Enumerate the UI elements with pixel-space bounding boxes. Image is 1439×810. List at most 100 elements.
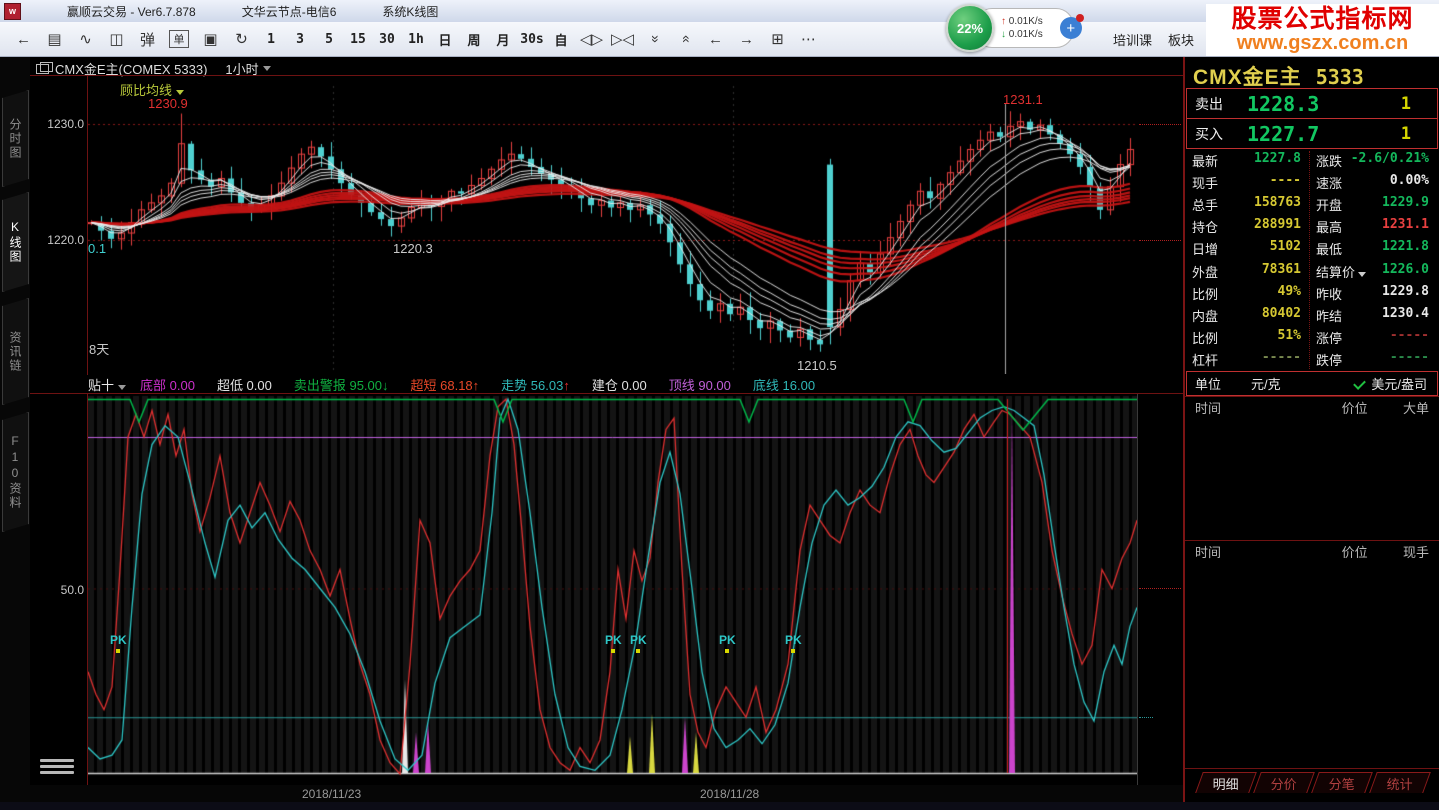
pk-signal-label-2: PK — [630, 633, 647, 647]
price-chart-canvas[interactable] — [88, 76, 1137, 374]
net-status-widget: 22% ↑ 0.01K/s ↓ 0.01K/s + — [946, 5, 1082, 51]
field-value: ----- — [1262, 350, 1309, 369]
sidebar-tab-2[interactable]: 资讯链 — [2, 298, 29, 405]
app-logo-icon: w — [4, 3, 21, 20]
add-plugin-button[interactable]: + — [1060, 17, 1082, 39]
swing-high-label: 1230.9 — [148, 96, 188, 111]
date-tick: 2018/11/28 — [700, 787, 759, 801]
floor-line-tick — [1139, 717, 1153, 718]
banner-url: www.gszx.com.cn — [1237, 33, 1409, 54]
quote-tab-0[interactable]: 明细 — [1195, 772, 1257, 793]
period-button-9[interactable]: 30s — [520, 27, 544, 51]
sidebar-tab-0[interactable]: 分时图 — [2, 90, 29, 187]
indicator-readout-7: 底线 16.00 — [753, 375, 815, 394]
pk-signal-label-0: PK — [110, 633, 127, 647]
quote-bottom-tabs: 明细分价分笔统计 — [1185, 768, 1439, 795]
field-value: 1230.4 — [1382, 306, 1437, 325]
order-board-icon[interactable]: 单 — [169, 30, 189, 48]
clipped-low-label: 0.1 — [88, 241, 106, 256]
chevron-down-icon[interactable] — [263, 66, 271, 71]
more-icon[interactable]: ⋯ — [795, 27, 822, 51]
usage-gauge[interactable]: 22% — [946, 4, 994, 52]
field-value: -2.6/0.21% — [1351, 151, 1437, 170]
prev-page-icon[interactable]: ← — [702, 27, 729, 51]
field-value: 5102 — [1270, 239, 1309, 258]
quote-panel: CMX金E主 5333 卖出 1228.3 1 买入 1227.7 1 最新12… — [1183, 57, 1439, 802]
field-label: 涨跌 — [1309, 151, 1342, 170]
bid-label: 买入 — [1187, 124, 1247, 144]
period-button-10[interactable]: 自 — [549, 27, 573, 51]
pk-signal-label-4: PK — [785, 633, 802, 647]
report-icon[interactable]: ▤ — [41, 27, 68, 51]
save-icon[interactable]: ▣ — [197, 27, 224, 51]
indicator-readout-0: 底部 0.00 — [140, 375, 195, 394]
compress-bars-icon[interactable]: ◁▷ — [578, 27, 605, 51]
quote-row-0: 最新1227.8 涨跌-2.6/0.21% — [1185, 149, 1439, 171]
tick-table-header: 时间 价位 现手 — [1185, 540, 1439, 562]
flash-order-icon[interactable]: 弹 — [134, 27, 161, 51]
field-value: 80402 — [1262, 306, 1309, 325]
bid-price: 1227.7 — [1247, 122, 1401, 146]
quote-tab-2[interactable]: 分笔 — [1311, 772, 1373, 793]
period-button-1[interactable]: 3 — [288, 27, 312, 51]
oscillator-panel — [30, 393, 1183, 785]
date-tick: 2018/11/23 — [302, 787, 361, 801]
period-button-6[interactable]: 日 — [433, 27, 457, 51]
quote-detail-grid: 最新1227.8 涨跌-2.6/0.21% 现手---- 速涨0.00% 总手1… — [1185, 149, 1439, 371]
chevron-down-icon[interactable] — [118, 385, 126, 390]
pk-signal-dot — [611, 649, 615, 653]
ask-qty: 1 — [1401, 94, 1437, 114]
quote-tab-1[interactable]: 分价 — [1253, 772, 1315, 793]
app-title: 赢顺云交易 - Ver6.7.878 — [67, 3, 196, 20]
down-arrow-icon: ↓ — [1001, 29, 1006, 40]
grid-layout-icon[interactable]: ⊞ — [764, 27, 791, 51]
net-up-row: ↑ 0.01K/s — [1001, 15, 1043, 28]
period-button-5[interactable]: 1h — [404, 27, 428, 51]
field-value: 1229.9 — [1382, 195, 1437, 214]
field-value: 1227.8 — [1254, 151, 1309, 170]
pk-signal-label-3: PK — [719, 633, 736, 647]
price-chart-panel — [30, 75, 1183, 375]
menu-sectors[interactable]: 板块 — [1168, 30, 1194, 49]
field-label: 总手 — [1185, 195, 1218, 214]
unit-alt-toggle[interactable]: 美元/盎司 — [1354, 374, 1437, 393]
candlestick-icon[interactable]: ◫ — [103, 27, 130, 51]
unit-value: 元/克 — [1251, 374, 1281, 393]
field-label: 外盘 — [1185, 262, 1218, 281]
bid-row[interactable]: 买入 1227.7 1 — [1187, 118, 1437, 148]
big-order-table-header: 时间 价位 大单 — [1185, 396, 1439, 418]
list-menu-icon[interactable] — [40, 756, 74, 778]
line-chart-icon[interactable]: ∿ — [72, 27, 99, 51]
sidebar-tab-3[interactable]: F10资料 — [2, 412, 29, 532]
period-button-8[interactable]: 月 — [491, 27, 515, 51]
settle-caret-icon[interactable] — [1358, 272, 1366, 277]
expand-bars-icon[interactable]: ▷◁ — [609, 27, 636, 51]
oscillator-canvas[interactable] — [88, 394, 1137, 785]
period-button-2[interactable]: 5 — [317, 27, 341, 51]
period-button-4[interactable]: 30 — [375, 27, 399, 51]
field-value: 158763 — [1254, 195, 1309, 214]
double-down-chevron-icon[interactable]: « — [642, 26, 666, 53]
menu-training[interactable]: 培训课 — [1113, 30, 1152, 49]
period-button-7[interactable]: 周 — [462, 27, 486, 51]
quote-row-6: 比例49% 昨收1229.8 — [1185, 282, 1439, 304]
period-button-3[interactable]: 15 — [346, 27, 370, 51]
quote-tab-3[interactable]: 统计 — [1369, 772, 1431, 793]
field-value: ---- — [1270, 173, 1309, 192]
period-button-0[interactable]: 1 — [259, 27, 283, 51]
field-label: 比例 — [1185, 328, 1218, 347]
double-up-chevron-icon[interactable]: » — [673, 26, 697, 53]
oscillator-name[interactable]: 贴十 — [88, 375, 126, 394]
bid-ask-box: 卖出 1228.3 1 买入 1227.7 1 — [1186, 88, 1438, 149]
sidebar-tab-1[interactable]: K线图 — [2, 192, 29, 292]
chevron-down-icon[interactable] — [176, 90, 184, 95]
watermark-banner[interactable]: 股票公式指标网 www.gszx.com.cn — [1206, 4, 1439, 56]
next-page-icon[interactable]: → — [733, 27, 760, 51]
refresh-icon[interactable]: ↻ — [228, 27, 255, 51]
ask-label: 卖出 — [1187, 94, 1247, 114]
quote-row-4: 日增5102 最低1221.8 — [1185, 238, 1439, 260]
field-label: 内盘 — [1185, 306, 1218, 325]
indicator-readout-3: 超短 68.18↑ — [411, 375, 480, 394]
ask-row[interactable]: 卖出 1228.3 1 — [1187, 89, 1437, 118]
back-icon[interactable]: ← — [10, 27, 37, 51]
